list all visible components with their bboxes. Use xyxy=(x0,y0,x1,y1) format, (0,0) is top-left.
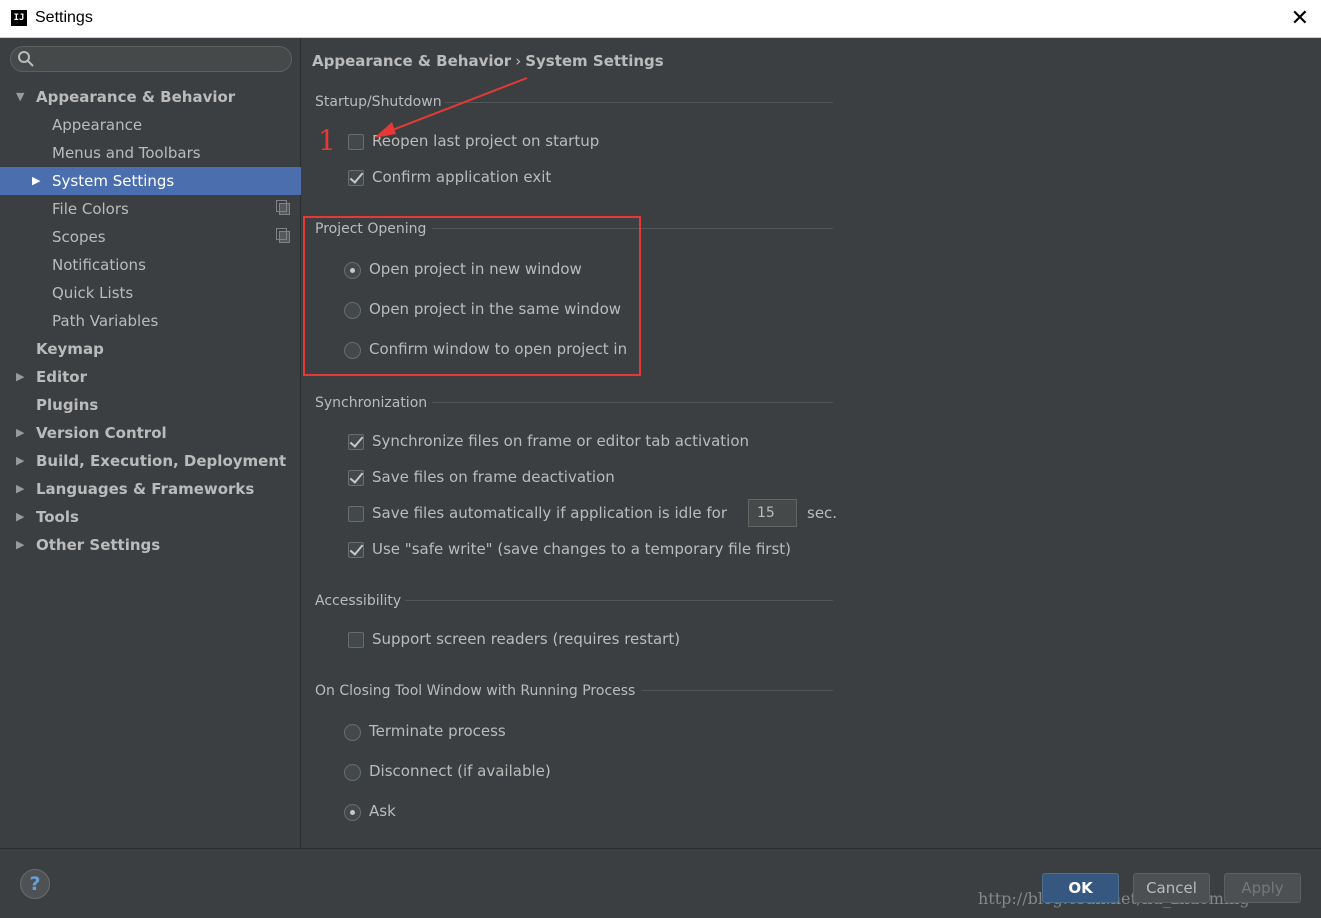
sidebar-item-label: Appearance xyxy=(52,116,143,134)
breadcrumb-parent: Appearance & Behavior xyxy=(312,52,512,70)
sidebar-item-label: Build, Execution, Deployment xyxy=(36,452,287,470)
project-level-copy-icon xyxy=(276,200,290,215)
settings-content: Appearance & Behavior › System Settings St… xyxy=(302,38,1321,848)
safe-write-label: Use "safe write" (save changes to a temp… xyxy=(372,540,792,558)
closing-tool-window-radio[interactable] xyxy=(344,804,361,821)
collapse-arrow-icon[interactable]: ▼ xyxy=(16,83,24,111)
closing-tool-window-section-title: On Closing Tool Window with Running Proc… xyxy=(315,683,636,699)
sidebar-item-label: Menus and Toolbars xyxy=(52,144,201,162)
closing-tool-window-radio[interactable] xyxy=(344,764,361,781)
save-on-deactivation-label: Save files on frame deactivation xyxy=(372,468,615,486)
dialog-footer: ? http://blog.csdn.net/liu_zhaoming OK C… xyxy=(0,848,1321,918)
sidebar-item[interactable]: Plugins xyxy=(0,391,301,419)
sidebar-item[interactable]: ▶ Other Settings xyxy=(0,531,301,559)
sidebar-item-label: Scopes xyxy=(52,228,106,246)
expand-arrow-icon[interactable]: ▶ xyxy=(16,419,24,447)
confirm-exit-label: Confirm application exit xyxy=(372,168,552,186)
sidebar-item-label: System Settings xyxy=(52,172,175,190)
sidebar-item-label: Appearance & Behavior xyxy=(36,88,236,106)
settings-tree: ▼ Appearance & Behavior Appearance Menus an… xyxy=(0,83,301,559)
closing-tool-window-radio[interactable] xyxy=(344,724,361,741)
sidebar-item-label: Tools xyxy=(36,508,79,526)
sidebar-item-label: Version Control xyxy=(36,424,167,442)
breadcrumb: Appearance & Behavior › System Settings xyxy=(312,52,664,70)
sidebar-item-label: Path Variables xyxy=(52,312,159,330)
safe-write-checkbox[interactable] xyxy=(348,542,364,558)
sidebar-item[interactable]: ▶ Build, Execution, Deployment xyxy=(0,447,301,475)
sidebar-item-label: Keymap xyxy=(36,340,104,358)
divider xyxy=(642,690,833,691)
highlight-box xyxy=(303,216,641,376)
closing-tool-window-radio-label: Terminate process xyxy=(369,722,506,740)
sidebar-item[interactable]: Menus and Toolbars xyxy=(0,139,301,167)
annotation-arrow-icon xyxy=(374,77,528,138)
save-when-idle-label: Save files automatically if application … xyxy=(372,504,727,522)
sidebar-item[interactable]: Scopes xyxy=(0,223,301,251)
sidebar-item-label: Editor xyxy=(36,368,87,386)
breadcrumb-current: System Settings xyxy=(525,52,664,70)
sidebar-item-label: File Colors xyxy=(52,200,129,218)
intellij-logo-icon: IJ xyxy=(11,10,27,26)
sidebar-item[interactable]: ▼ Appearance & Behavior xyxy=(0,83,301,111)
sidebar-item[interactable]: File Colors xyxy=(0,195,301,223)
sidebar-item-label: Quick Lists xyxy=(52,284,134,302)
sidebar-item[interactable]: ▶ Languages & Frameworks xyxy=(0,475,301,503)
apply-button[interactable]: Apply xyxy=(1224,873,1301,903)
title-bar: IJ Settings ✕ xyxy=(0,0,1321,38)
sidebar-item-label: Other Settings xyxy=(36,536,161,554)
sidebar-item[interactable]: ▶ System Settings xyxy=(0,167,301,195)
sync-files-checkbox[interactable] xyxy=(348,434,364,450)
sync-section-title: Synchronization xyxy=(315,395,428,411)
accessibility-section-title: Accessibility xyxy=(315,593,402,609)
divider xyxy=(405,600,833,601)
cancel-button[interactable]: Cancel xyxy=(1133,873,1210,903)
sidebar-item[interactable]: Keymap xyxy=(0,335,301,363)
project-level-copy-icon xyxy=(276,228,290,243)
divider xyxy=(432,402,833,403)
closing-tool-window-radio-label: Ask xyxy=(369,802,396,820)
confirm-exit-checkbox[interactable] xyxy=(348,170,364,186)
window-title: Settings xyxy=(35,9,93,26)
breadcrumb-separator: › xyxy=(515,52,522,70)
help-button[interactable]: ? xyxy=(20,869,50,899)
search-icon xyxy=(18,51,34,67)
expand-arrow-icon[interactable]: ▶ xyxy=(32,167,40,195)
search-input[interactable] xyxy=(10,46,292,72)
idle-seconds-input[interactable]: 15 xyxy=(748,499,797,527)
sidebar-item-label: Languages & Frameworks xyxy=(36,480,255,498)
save-on-deactivation-checkbox[interactable] xyxy=(348,470,364,486)
sidebar-item-label: Plugins xyxy=(36,396,99,414)
expand-arrow-icon[interactable]: ▶ xyxy=(16,503,24,531)
sync-files-label: Synchronize files on frame or editor tab… xyxy=(372,432,750,450)
annotation-number: 1 xyxy=(318,124,336,157)
sidebar-item[interactable]: Appearance xyxy=(0,111,301,139)
settings-sidebar: ▼ Appearance & Behavior Appearance Menus an… xyxy=(0,38,301,848)
save-when-idle-checkbox[interactable] xyxy=(348,506,364,522)
sidebar-item-label: Notifications xyxy=(52,256,146,274)
screen-readers-checkbox[interactable] xyxy=(348,632,364,648)
expand-arrow-icon[interactable]: ▶ xyxy=(16,447,24,475)
screen-readers-label: Support screen readers (requires restart… xyxy=(372,630,681,648)
expand-arrow-icon[interactable]: ▶ xyxy=(16,531,24,559)
expand-arrow-icon[interactable]: ▶ xyxy=(16,363,24,391)
expand-arrow-icon[interactable]: ▶ xyxy=(16,475,24,503)
sidebar-item[interactable]: ▶ Editor xyxy=(0,363,301,391)
sidebar-item[interactable]: Quick Lists xyxy=(0,279,301,307)
sidebar-item[interactable]: Notifications xyxy=(0,251,301,279)
sidebar-item[interactable]: ▶ Version Control xyxy=(0,419,301,447)
ok-button[interactable]: OK xyxy=(1042,873,1119,903)
closing-tool-window-radio-label: Disconnect (if available) xyxy=(369,762,551,780)
sidebar-item[interactable]: ▶ Tools xyxy=(0,503,301,531)
sidebar-item[interactable]: Path Variables xyxy=(0,307,301,335)
close-icon[interactable]: ✕ xyxy=(1291,6,1309,31)
idle-seconds-unit: sec. xyxy=(807,504,838,522)
